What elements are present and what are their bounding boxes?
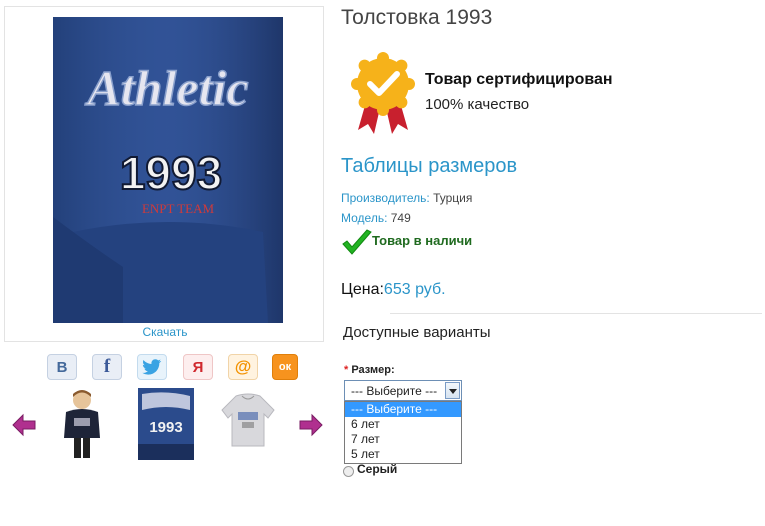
- size-select[interactable]: --- Выберите ---: [344, 380, 462, 401]
- chevron-down-icon[interactable]: [445, 382, 460, 399]
- size-tables-link[interactable]: Таблицы размеров: [341, 155, 517, 178]
- size-option[interactable]: 7 лет: [345, 432, 461, 447]
- livejournal-share-icon[interactable]: Я: [183, 354, 213, 380]
- product-title: Толстовка 1993: [341, 6, 493, 29]
- facebook-share-icon[interactable]: f: [92, 354, 122, 380]
- manufacturer-row: Производитель: Турция: [341, 191, 472, 205]
- color-option-label: Серый: [357, 462, 398, 476]
- thumbnail-grey-hoodie[interactable]: [220, 388, 276, 460]
- size-dropdown-list[interactable]: --- Выберите --- 6 лет 7 лет 5 лет: [344, 401, 462, 464]
- model-value: 749: [390, 211, 411, 225]
- thumbnail-boy-wearing-hoodie[interactable]: [54, 388, 110, 460]
- in-stock-status: Товар в наличи: [372, 233, 473, 248]
- vk-share-icon[interactable]: В: [47, 354, 77, 380]
- model-label: Модель:: [341, 211, 388, 225]
- hoodie-print-team: ENPT TEAM: [142, 201, 215, 216]
- hoodie-print-year: 1993: [120, 147, 222, 199]
- variants-title: Доступные варианты: [343, 324, 491, 341]
- svg-text:1993: 1993: [149, 419, 182, 436]
- certified-subtitle: 100% качество: [425, 96, 530, 113]
- size-option[interactable]: 6 лет: [345, 417, 461, 432]
- odnoklassniki-share-icon[interactable]: ок: [272, 354, 298, 380]
- mail-share-icon[interactable]: @: [228, 354, 258, 380]
- price-row: Цена:653 руб.: [341, 281, 446, 299]
- next-arrow-icon[interactable]: [298, 412, 324, 438]
- certified-title: Товар сертифицирован: [425, 71, 613, 88]
- manufacturer-label[interactable]: Производитель:: [341, 191, 430, 205]
- thumbnail-hoodie-closeup[interactable]: 1993: [138, 388, 194, 460]
- certified-badge-icon: [351, 52, 415, 134]
- hoodie-print-script: Athletic: [84, 60, 248, 116]
- size-option[interactable]: 5 лет: [345, 447, 461, 462]
- divider: [390, 313, 762, 314]
- color-radio[interactable]: [343, 466, 354, 477]
- twitter-share-icon[interactable]: [137, 354, 167, 380]
- size-select-value: --- Выберите ---: [351, 384, 438, 398]
- size-field-label: * Размер:: [344, 364, 395, 376]
- size-label-text: Размер:: [351, 364, 395, 376]
- required-mark: *: [344, 364, 349, 376]
- prev-arrow-icon[interactable]: [11, 412, 37, 438]
- price-label: Цена:: [341, 281, 384, 298]
- price-value: 653 руб.: [383, 281, 446, 298]
- main-product-image-frame[interactable]: Athletic 1993 ENPT TEAM Скачать: [4, 6, 324, 342]
- checkmark-icon: [342, 229, 372, 255]
- download-link[interactable]: Скачать: [5, 325, 325, 339]
- model-row: Модель: 749: [341, 211, 411, 225]
- size-option[interactable]: --- Выберите ---: [345, 402, 461, 417]
- manufacturer-value: Турция: [433, 191, 473, 205]
- hoodie-image[interactable]: Athletic 1993 ENPT TEAM: [53, 17, 283, 323]
